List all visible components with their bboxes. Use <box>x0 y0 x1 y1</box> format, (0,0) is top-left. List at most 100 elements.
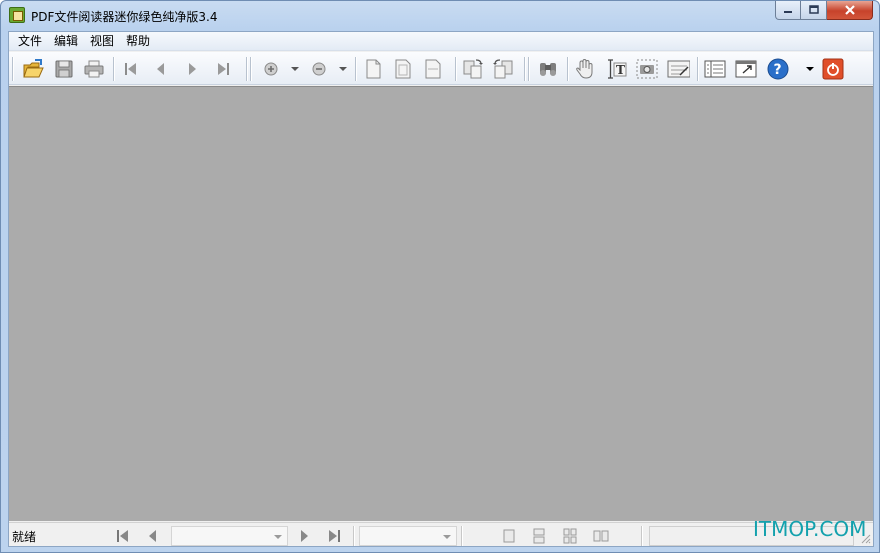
window-title: PDF文件阅读器迷你绿色纯净版3.4 <box>31 10 218 24</box>
open-button[interactable] <box>21 57 45 81</box>
find-icon <box>540 63 556 76</box>
save-icon <box>55 60 73 78</box>
menu-file[interactable]: 文件 <box>12 32 48 51</box>
zoom-in-button[interactable] <box>259 57 283 81</box>
watermark: ITMOP.COM <box>753 517 867 541</box>
fit-page-icon <box>395 59 411 79</box>
document-viewport[interactable] <box>9 86 873 521</box>
continuous-view-button[interactable] <box>530 527 548 545</box>
bookmarks-icon <box>704 60 726 78</box>
open-icon <box>23 59 44 78</box>
find-button[interactable] <box>536 57 560 81</box>
status-bar: 就绪 <box>9 522 873 546</box>
grid-pages-icon <box>563 528 577 544</box>
minimize-button[interactable] <box>775 1 801 20</box>
exit-button[interactable] <box>821 57 845 81</box>
toolbar-separator <box>697 57 699 81</box>
facing-continuous-view-button[interactable] <box>561 527 579 545</box>
next-page-icon <box>189 63 196 75</box>
prev-page-button[interactable] <box>149 57 173 81</box>
menu-view[interactable]: 视图 <box>84 32 120 51</box>
fit-width-button[interactable] <box>421 57 445 81</box>
status-separator <box>353 526 355 546</box>
toolbar: T ? <box>9 52 873 85</box>
status-prev-page-button[interactable] <box>144 527 162 545</box>
print-button[interactable] <box>82 57 106 81</box>
chevron-down-icon <box>274 535 282 539</box>
status-separator <box>461 526 463 546</box>
zoom-out-dropdown-icon[interactable] <box>339 67 347 71</box>
last-page-icon <box>218 63 229 75</box>
continuous-page-icon <box>533 528 545 544</box>
first-page-icon <box>117 530 128 542</box>
single-page-icon <box>503 529 515 543</box>
page-number-combo[interactable] <box>171 526 288 546</box>
client-area: 文件 编辑 视图 帮助 T ? 就绪 <box>8 31 874 547</box>
toolbar-separator <box>455 57 457 81</box>
status-first-page-button[interactable] <box>114 527 132 545</box>
minimize-icon <box>784 11 792 13</box>
toolbar-separator <box>12 57 14 81</box>
toolbar-separator <box>528 57 530 81</box>
fit-page-button[interactable] <box>391 57 415 81</box>
bookmarks-button[interactable] <box>703 57 727 81</box>
hand-tool-button[interactable] <box>573 57 597 81</box>
close-button[interactable] <box>827 1 873 20</box>
annotate-icon <box>667 60 690 78</box>
print-icon <box>84 60 104 78</box>
single-page-view-button[interactable] <box>500 527 518 545</box>
toolbar-separator <box>246 57 248 81</box>
text-select-button[interactable]: T <box>604 57 628 81</box>
next-page-button[interactable] <box>180 57 204 81</box>
status-text: 就绪 <box>12 530 37 544</box>
zoom-in-icon <box>264 62 278 76</box>
prev-page-icon <box>149 530 156 542</box>
facing-view-button[interactable] <box>592 527 610 545</box>
rotate-cw-button[interactable] <box>461 57 485 81</box>
prev-page-icon <box>157 63 164 75</box>
svg-text:T: T <box>616 63 625 77</box>
svg-text:?: ? <box>774 62 782 78</box>
last-page-button[interactable] <box>211 57 235 81</box>
last-page-icon <box>329 530 340 542</box>
maximize-icon <box>808 5 819 14</box>
help-dropdown-icon[interactable] <box>806 67 814 71</box>
actual-size-icon <box>366 59 381 79</box>
actual-size-button[interactable] <box>361 57 385 81</box>
status-last-page-button[interactable] <box>325 527 343 545</box>
rotate-cw-icon <box>463 59 483 79</box>
zoom-in-dropdown-icon[interactable] <box>291 67 299 71</box>
facing-pages-icon <box>593 530 609 542</box>
status-next-page-button[interactable] <box>295 527 313 545</box>
maximize-button[interactable] <box>801 1 827 20</box>
exit-icon <box>822 58 844 80</box>
toolbar-separator <box>250 57 252 81</box>
zoom-out-icon <box>312 62 326 76</box>
toolbar-separator <box>524 57 526 81</box>
text-select-icon: T <box>608 59 627 79</box>
annotate-button[interactable] <box>666 57 690 81</box>
menu-bar: 文件 编辑 视图 帮助 <box>9 32 873 51</box>
snapshot-button[interactable] <box>635 57 659 81</box>
rotate-ccw-button[interactable] <box>491 57 515 81</box>
status-separator <box>641 526 643 546</box>
help-icon: ? <box>767 58 789 80</box>
chevron-down-icon <box>443 535 451 539</box>
save-button[interactable] <box>52 57 76 81</box>
toolbar-separator <box>567 57 569 81</box>
first-page-button[interactable] <box>119 57 143 81</box>
zoom-combo[interactable] <box>359 526 457 546</box>
zoom-out-button[interactable] <box>307 57 331 81</box>
toolbar-separator <box>113 57 115 81</box>
fit-width-icon <box>425 59 441 79</box>
menu-help[interactable]: 帮助 <box>120 32 156 51</box>
title-bar[interactable]: PDF文件阅读器迷你绿色纯净版3.4 <box>1 1 879 31</box>
fullscreen-button[interactable] <box>734 57 758 81</box>
menu-edit[interactable]: 编辑 <box>48 32 84 51</box>
app-icon[interactable] <box>9 7 25 23</box>
hand-tool-icon <box>576 58 593 79</box>
toolbar-separator <box>355 57 357 81</box>
app-window: PDF文件阅读器迷你绿色纯净版3.4 文件 编辑 视图 帮助 T ? 就绪 IT… <box>0 0 880 553</box>
help-button[interactable]: ? <box>766 57 790 81</box>
next-page-icon <box>301 530 308 542</box>
